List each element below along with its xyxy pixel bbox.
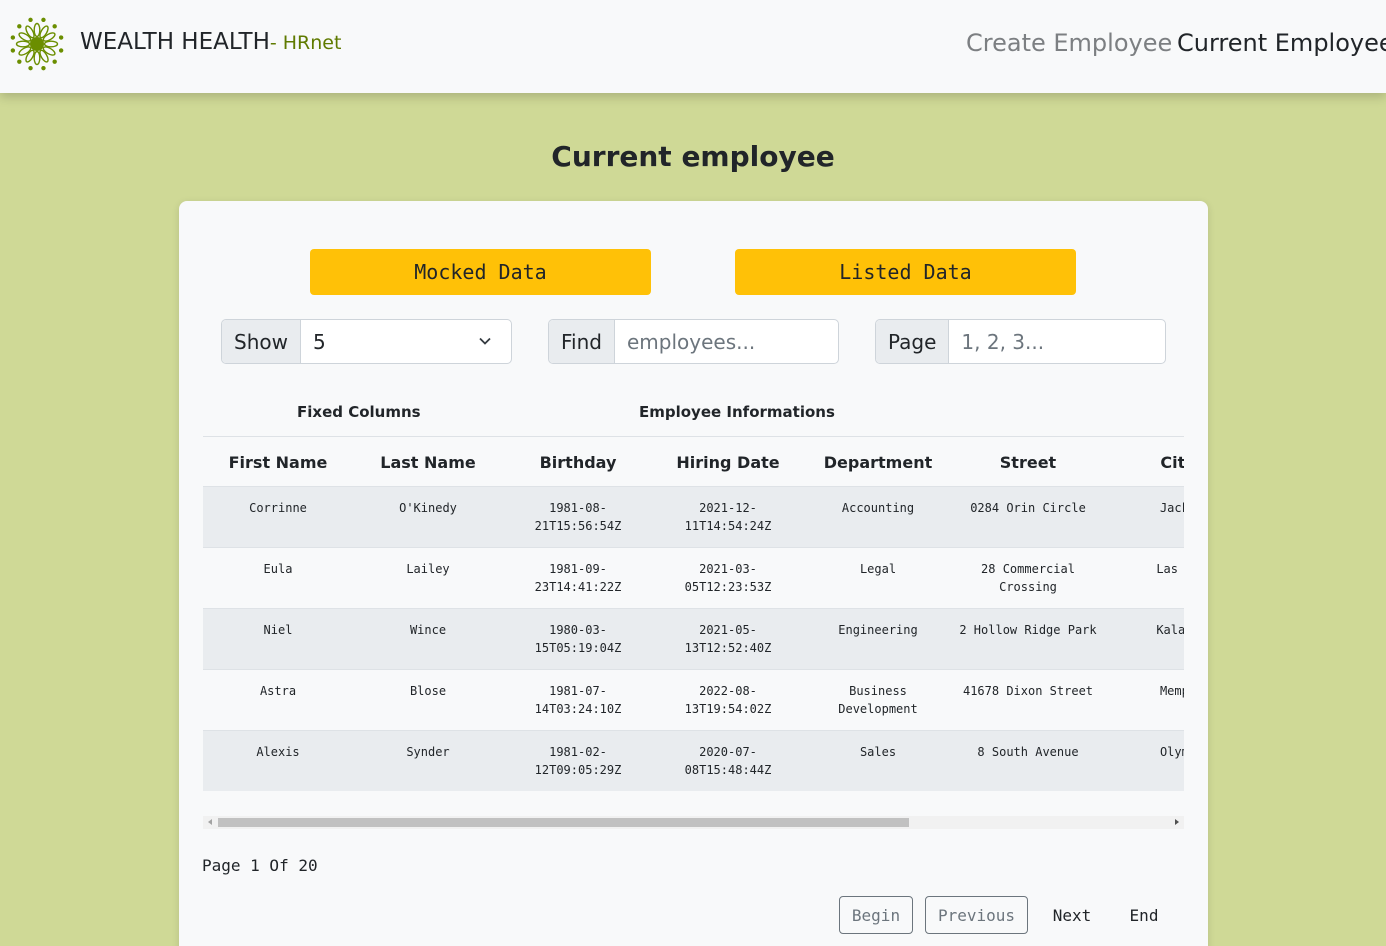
- begin-button[interactable]: Begin: [839, 896, 913, 934]
- table-cell: 41678 Dixon Street: [962, 684, 1094, 698]
- table-cell: Legal: [859, 562, 897, 576]
- table-cell: Niel: [263, 623, 293, 637]
- table-cell: Synder: [406, 745, 450, 759]
- show-label: Show: [222, 320, 301, 363]
- table-cell: Jacks: [1159, 501, 1184, 515]
- nav-create-employee[interactable]: Create Employee: [966, 29, 1172, 57]
- table-row: Eula Lailey 1981-09-23T14:41:22Z 2021-03-05…: [203, 547, 1184, 608]
- mocked-data-button[interactable]: Mocked Data: [310, 249, 651, 295]
- table-row: Astra Blose 1981-07-14T03:24:10Z 2022-08-13…: [203, 669, 1184, 730]
- table-cell: 1981-07-14T03:24:10Z: [534, 684, 622, 716]
- previous-button[interactable]: Previous: [925, 896, 1028, 934]
- table-cell: Blose: [409, 684, 447, 698]
- column-header[interactable]: First Name: [203, 453, 353, 472]
- table-cell: Corrinne: [249, 501, 307, 515]
- table-cell: 0284 Orin Circle: [970, 501, 1086, 515]
- table-cell: Las Ve: [1156, 562, 1184, 576]
- table-cell: 2021-03-05T12:23:53Z: [684, 562, 772, 594]
- show-entries-value: 5: [312, 329, 326, 354]
- column-header[interactable]: City: [1103, 453, 1184, 472]
- header-divider: [203, 436, 1184, 437]
- nav-current-employee[interactable]: Current Employee: [1177, 29, 1386, 57]
- table-cell: 1980-03-15T05:19:04Z: [534, 623, 622, 655]
- table-cell: Memph: [1159, 684, 1184, 698]
- next-button[interactable]: Next: [1041, 896, 1103, 934]
- table-cell: Eula: [263, 562, 293, 576]
- table-cell: Business Development: [838, 684, 918, 716]
- table-cell: 2022-08-13T19:54:02Z: [684, 684, 772, 716]
- listed-data-button[interactable]: Listed Data: [735, 249, 1076, 295]
- table-cell: Lailey: [406, 562, 450, 576]
- table-cell: Olymp: [1159, 745, 1184, 759]
- group-header-fixed: Fixed Columns: [297, 403, 421, 421]
- table-cell: 2 Hollow Ridge Park: [959, 623, 1097, 637]
- column-header[interactable]: Last Name: [353, 453, 503, 472]
- page-title: Current employee: [551, 140, 835, 173]
- scrollbar-thumb[interactable]: [218, 818, 909, 827]
- chevron-down-icon: [479, 337, 491, 345]
- table-cell: Engineering: [838, 623, 918, 637]
- wealth-health-logo-icon[interactable]: [8, 15, 66, 73]
- find-input[interactable]: employees...: [615, 320, 838, 363]
- column-header[interactable]: Street: [953, 453, 1103, 472]
- column-header[interactable]: Birthday: [503, 453, 653, 472]
- find-group: Find employees...: [548, 319, 839, 364]
- table-cell: Astra: [259, 684, 297, 698]
- employee-card: Mocked Data Listed Data Show 5 Find empl…: [179, 201, 1208, 946]
- table-cell: 28 Commercial Crossing: [981, 562, 1075, 594]
- table-cell: 1981-09-23T14:41:22Z: [534, 562, 622, 594]
- table-cell: 1981-02-12T09:05:29Z: [534, 745, 622, 777]
- table-row: Corrinne O'Kinedy 1981-08-21T15:56:54Z 2021…: [203, 486, 1184, 547]
- column-header[interactable]: Hiring Date: [653, 453, 803, 472]
- table-row: Alexis Synder 1981-02-12T09:05:29Z 2020-07-…: [203, 730, 1184, 791]
- page-label: Page: [876, 320, 950, 363]
- table-cell: Kalama: [1156, 623, 1184, 637]
- employee-table: Fixed Columns Employee Informations Firs…: [203, 391, 1184, 791]
- table-cell: O'Kinedy: [399, 501, 457, 515]
- navbar: WEALTH HEALTH- HRnet Create Employee Cur…: [0, 0, 1386, 93]
- table-cell: Accounting: [841, 501, 915, 515]
- table-cell: Alexis: [256, 745, 300, 759]
- column-header[interactable]: Department: [803, 453, 953, 472]
- table-cell: Wince: [409, 623, 447, 637]
- brand-name: WEALTH HEALTH: [80, 29, 270, 55]
- end-button[interactable]: End: [1116, 896, 1172, 934]
- table-cell: Sales: [859, 745, 897, 759]
- page-info: Page 1 Of 20: [202, 856, 318, 875]
- horizontal-scrollbar[interactable]: [203, 816, 1184, 829]
- table-cell: 2021-05-13T12:52:40Z: [684, 623, 772, 655]
- page-group: Page 1, 2, 3...: [875, 319, 1166, 364]
- table-cell: 2021-12-11T14:54:24Z: [684, 501, 772, 533]
- brand-subtitle: - HRnet: [269, 32, 342, 54]
- table-cell: 8 South Avenue: [977, 745, 1079, 759]
- brand[interactable]: WEALTH HEALTH- HRnet: [80, 29, 341, 55]
- find-label: Find: [549, 320, 615, 363]
- group-header-info: Employee Informations: [639, 403, 835, 421]
- show-entries-group: Show 5: [221, 319, 512, 364]
- scroll-left-arrow-icon[interactable]: [208, 819, 212, 825]
- table-cell: 1981-08-21T15:56:54Z: [534, 501, 622, 533]
- table-cell: 2020-07-08T15:48:44Z: [684, 745, 772, 777]
- page-input[interactable]: 1, 2, 3...: [949, 320, 1165, 363]
- table-row: Niel Wince 1980-03-15T05:19:04Z 2021-05-13T…: [203, 608, 1184, 669]
- show-entries-select[interactable]: 5: [301, 320, 511, 363]
- scroll-right-arrow-icon[interactable]: [1175, 819, 1179, 825]
